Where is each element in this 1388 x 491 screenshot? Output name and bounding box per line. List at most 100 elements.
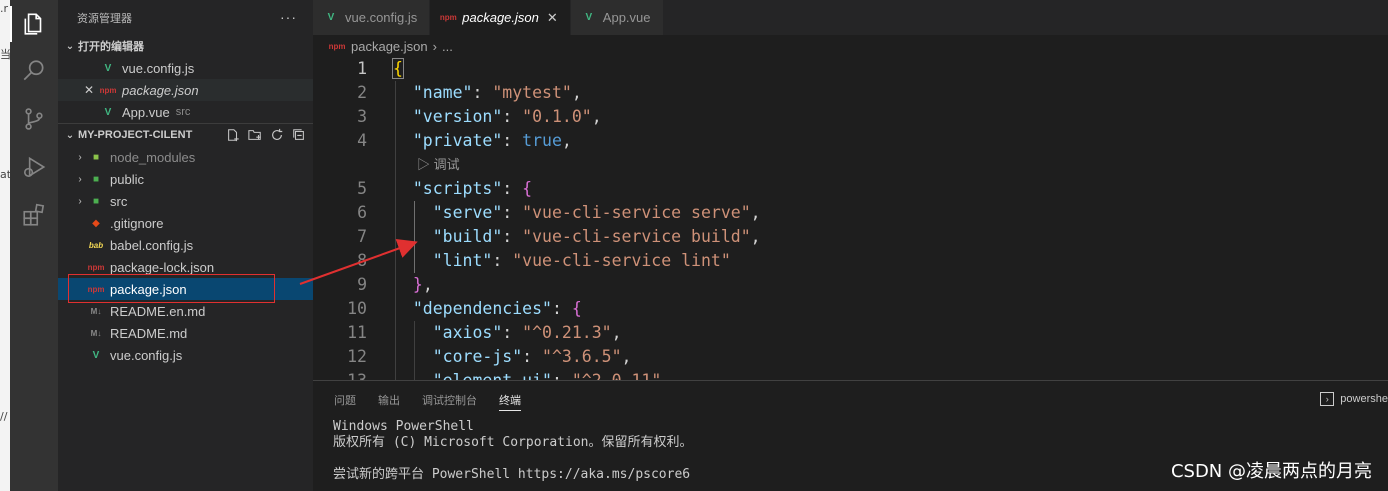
tab-package-json[interactable]: npm package.json ✕ — [430, 0, 571, 35]
line-number: 7 — [357, 227, 367, 246]
tree-item-gitignore[interactable]: ◆ .gitignore — [58, 212, 313, 234]
line-number: 10 — [347, 299, 367, 318]
json-value: "^2.0.11" — [572, 371, 661, 380]
terminal-icon: › — [1320, 392, 1335, 406]
tab-label: vue.config.js — [345, 10, 418, 25]
line-number: 11 — [347, 323, 367, 342]
chevron-down-icon: ⌄ — [65, 129, 75, 141]
tab-debug-console[interactable]: 调试控制台 — [422, 381, 477, 419]
node-folder-icon: ■ — [92, 151, 100, 163]
scrollbar-track[interactable] — [1374, 57, 1388, 380]
codelens-label: 调试 — [433, 157, 460, 172]
activity-active-indicator — [10, 6, 12, 42]
close-icon[interactable]: ✕ — [84, 83, 100, 97]
tab-terminal[interactable]: 终端 — [499, 381, 521, 419]
tree-item-readme-en[interactable]: M↓ README.en.md — [58, 300, 313, 322]
code-token: { — [522, 179, 533, 198]
json-key: "dependencies" — [412, 299, 552, 318]
run-debug-icon[interactable] — [20, 153, 48, 181]
extensions-icon[interactable] — [20, 201, 48, 229]
json-key: "version" — [412, 107, 503, 126]
tree-item-label: node_modules — [110, 149, 196, 165]
json-key: "build" — [432, 227, 503, 246]
terminal-line: 版权所有 (C) Microsoft Corporation。保留所有权利。 — [333, 435, 693, 450]
tab-label: App.vue — [602, 10, 651, 25]
debug-codelens[interactable]: ▷ 调试 — [417, 153, 460, 177]
line-number: 8 — [357, 251, 367, 270]
json-value: "vue-cli-service build" — [522, 227, 751, 246]
vue-icon: V — [104, 106, 112, 118]
search-icon[interactable] — [20, 57, 48, 85]
line-number: 3 — [357, 107, 367, 126]
tab-output[interactable]: 输出 — [378, 381, 400, 419]
json-key: "element-ui" — [433, 371, 552, 380]
project-section[interactable]: ⌄ MY-PROJECT-CILENT — [58, 124, 313, 146]
close-icon[interactable]: ✕ — [547, 10, 558, 26]
tree-item-vue-config[interactable]: V vue.config.js — [58, 344, 313, 366]
open-editor-label: package.json — [122, 82, 199, 98]
tree-item-label: src — [110, 193, 128, 209]
more-actions-icon[interactable]: ··· — [280, 9, 297, 25]
breadcrumb-file[interactable]: package.json — [351, 39, 428, 54]
tree-item-label: package-lock.json — [110, 259, 215, 275]
json-key: "scripts" — [412, 179, 503, 198]
new-file-icon[interactable] — [225, 127, 241, 143]
json-key: "axios" — [432, 323, 503, 342]
code-token: } — [412, 275, 423, 294]
json-value: "vue-cli-service lint" — [512, 251, 731, 270]
vue-icon: V — [585, 12, 593, 23]
tree-item-node-modules[interactable]: › ■ node_modules — [58, 146, 313, 168]
project-title: MY-PROJECT-CILENT — [78, 129, 193, 141]
terminal-select[interactable]: › powershe — [1320, 392, 1388, 406]
markdown-icon: M↓ — [90, 328, 102, 338]
tree-item-readme[interactable]: M↓ README.md — [58, 322, 313, 344]
json-key: "lint" — [432, 251, 493, 270]
annotation-highlight-box — [68, 274, 275, 303]
terminal-line: Windows PowerShell — [333, 419, 474, 434]
tree-item-label: public — [110, 171, 144, 187]
open-editor-label: vue.config.js — [122, 60, 195, 76]
tab-app-vue[interactable]: V App.vue — [570, 0, 664, 35]
chevron-right-icon: › — [78, 151, 82, 163]
open-editor-item[interactable]: ✕ npm package.json — [58, 79, 313, 101]
json-key: "serve" — [432, 203, 503, 222]
json-value: "^3.6.5" — [542, 347, 622, 366]
source-control-icon[interactable] — [20, 105, 48, 133]
tree-item-label: README.en.md — [110, 303, 206, 319]
tab-problems[interactable]: 问题 — [334, 381, 356, 419]
panel-tabs: 问题 输出 调试控制台 终端 › powershe — [313, 381, 1388, 419]
git-icon: ◆ — [92, 217, 100, 229]
line-number: 4 — [357, 131, 367, 150]
collapse-all-icon[interactable] — [291, 127, 307, 143]
tree-item-label: .gitignore — [110, 215, 164, 231]
refresh-icon[interactable] — [269, 127, 285, 143]
open-editors-section[interactable]: ⌄ 打开的编辑器 — [58, 35, 313, 57]
tree-item-babel-config[interactable]: bab babel.config.js — [58, 234, 313, 256]
public-folder-icon: ■ — [92, 173, 100, 185]
open-editor-item[interactable]: V App.vue src — [58, 101, 313, 123]
open-editor-item[interactable]: V vue.config.js — [58, 57, 313, 79]
explorer-title: 资源管理器 — [77, 12, 132, 25]
line-number: 2 — [357, 83, 367, 102]
code-editor[interactable]: 1{ 2 "name": "mytest", 3 "version": "0.1… — [313, 57, 1388, 380]
activity-bar — [10, 0, 58, 491]
json-value: "mytest" — [492, 83, 572, 102]
breadcrumb: npm package.json › ... — [313, 35, 1388, 57]
npm-icon: npm — [99, 85, 117, 95]
tab-vue-config[interactable]: V vue.config.js — [313, 0, 431, 35]
breadcrumb-more[interactable]: ... — [442, 39, 453, 54]
csdn-watermark: CSDN @凌晨两点的月亮 — [1170, 461, 1372, 482]
new-folder-icon[interactable] — [247, 127, 263, 143]
vue-icon: V — [327, 12, 335, 23]
line-number: 13 — [313, 369, 367, 380]
code-token: { — [571, 299, 582, 318]
explorer-icon[interactable] — [20, 10, 48, 38]
tree-item-label: babel.config.js — [110, 237, 194, 253]
bottom-panel: 问题 输出 调试控制台 终端 › powershe Windows PowerS… — [313, 380, 1388, 491]
tree-item-public[interactable]: › ■ public — [58, 168, 313, 190]
json-key: "name" — [412, 83, 473, 102]
tree-item-label: README.md — [110, 325, 188, 341]
tree-item-src[interactable]: › ■ src — [58, 190, 313, 212]
editor-area: V vue.config.js npm package.json ✕ V App… — [313, 0, 1388, 491]
open-editor-desc: src — [175, 106, 191, 118]
